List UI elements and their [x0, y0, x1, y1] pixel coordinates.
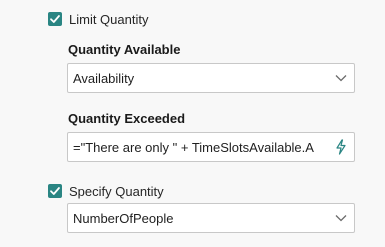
limit-quantity-checkbox-row[interactable]: Limit Quantity: [48, 10, 148, 28]
chevron-down-icon[interactable]: [328, 204, 354, 232]
quantity-available-dropdown[interactable]: Availability: [67, 63, 355, 93]
specify-quantity-label: Specify Quantity: [69, 183, 164, 199]
quantity-exceeded-formula-input[interactable]: ="There are only " + TimeSlotsAvailable.…: [67, 132, 355, 162]
quantity-field-value: NumberOfPeople: [73, 210, 174, 226]
limit-quantity-checkbox[interactable]: [48, 12, 62, 26]
limit-quantity-label: Limit Quantity: [69, 11, 149, 27]
lightning-icon[interactable]: [328, 133, 354, 161]
checkmark-icon: [50, 187, 60, 195]
checkmark-icon: [50, 15, 60, 23]
quantity-field-dropdown[interactable]: NumberOfPeople: [67, 203, 355, 233]
specify-quantity-checkbox-row[interactable]: Specify Quantity: [48, 182, 164, 200]
quantity-exceeded-label: Quantity Exceeded: [68, 111, 186, 126]
specify-quantity-checkbox[interactable]: [48, 184, 62, 198]
quantity-available-label: Quantity Available: [68, 42, 181, 57]
quantity-available-value: Availability: [73, 70, 135, 86]
chevron-down-icon[interactable]: [328, 64, 354, 92]
quantity-exceeded-value: ="There are only " + TimeSlotsAvailable.…: [73, 139, 314, 155]
